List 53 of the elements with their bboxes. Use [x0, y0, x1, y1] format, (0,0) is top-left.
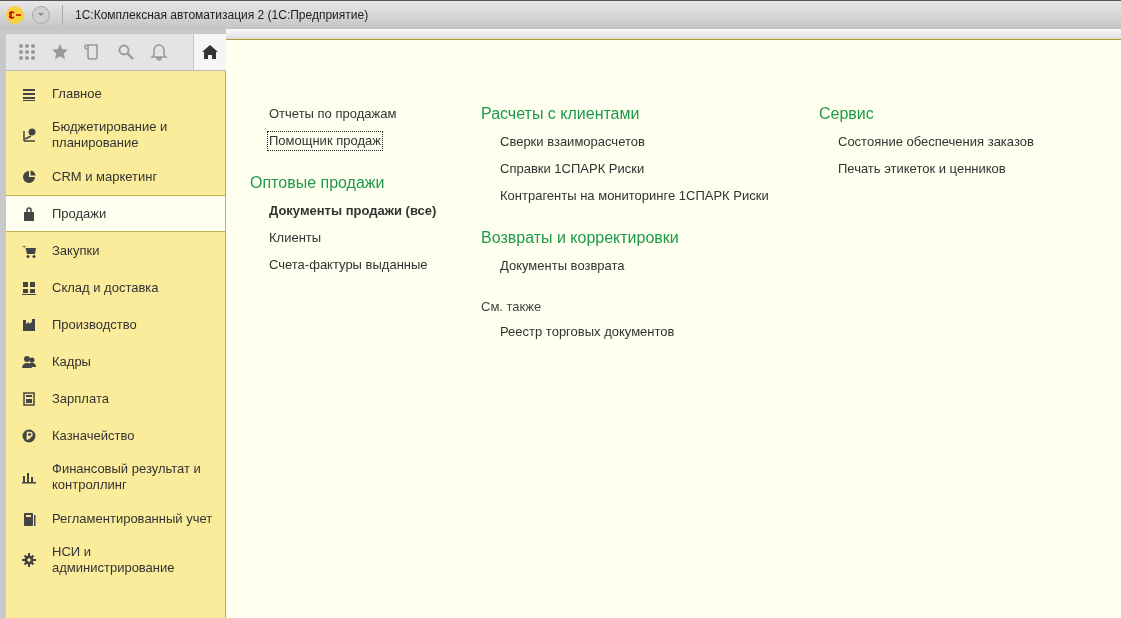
shopping-bag-icon — [22, 206, 36, 221]
ruble-coin-icon — [22, 428, 36, 443]
factory-icon — [22, 317, 36, 332]
nav-link[interactable]: Счета-фактуры выданные — [267, 255, 430, 275]
home-icon — [202, 44, 218, 60]
sidebar-item[interactable]: НСИ и администрирование — [6, 537, 225, 583]
sidebar-item[interactable]: Бюджетирование и планирование — [6, 112, 225, 158]
sidebar-item[interactable]: CRM и маркетинг — [6, 158, 225, 195]
section-heading: Расчеты с клиентами — [481, 104, 641, 124]
app-logo-icon — [6, 6, 24, 24]
nav-link[interactable]: Помощник продаж — [267, 131, 383, 151]
home-button[interactable] — [193, 34, 226, 70]
grid-icon — [22, 280, 36, 295]
pie-chart-icon — [22, 169, 36, 184]
nav-link[interactable]: Реестр торговых документов — [498, 322, 677, 342]
sidebar-item[interactable]: Финансовый результат и контроллинг — [6, 454, 225, 500]
calculator-icon — [22, 391, 36, 406]
menu-icon — [22, 86, 36, 101]
nav-link[interactable]: Печать этикеток и ценников — [836, 159, 1008, 179]
chart-coin-icon — [22, 128, 36, 142]
sidebar-item[interactable]: Регламентированный учет — [6, 500, 225, 537]
nav-link[interactable]: Отчеты по продажам — [267, 104, 399, 124]
apps-icon[interactable] — [18, 43, 36, 61]
see-also-label: См. также — [481, 298, 543, 316]
nav-link[interactable]: Состояние обеспечения заказов — [836, 132, 1036, 152]
star-icon[interactable] — [51, 43, 69, 61]
nav-link[interactable]: Документы возврата — [498, 256, 627, 276]
sidebar-item[interactable]: Продажи — [6, 195, 225, 232]
section-heading: Оптовые продажи — [250, 173, 386, 193]
sidebar-item[interactable]: Производство — [6, 306, 225, 343]
window-title: 1С:Комплексная автоматизация 2 (1С:Предприятие) — [75, 8, 369, 22]
nav-link[interactable]: Справки 1СПАРК Риски — [498, 159, 647, 179]
nav-link[interactable]: Клиенты — [267, 228, 324, 248]
settings-icon — [22, 553, 36, 567]
caret-icon — [38, 13, 44, 16]
sidebar-item[interactable]: Казначейство — [6, 417, 225, 454]
nav-link[interactable]: Документы продажи (все) — [267, 201, 439, 221]
cash-register-icon — [22, 511, 36, 526]
sidebar-item[interactable]: Склад и доставка — [6, 269, 225, 306]
search-icon[interactable] — [117, 43, 135, 61]
bar-chart-icon — [22, 470, 36, 484]
nav-link[interactable]: Сверки взаиморасчетов — [498, 132, 647, 152]
section-heading: Возвраты и корректировки — [481, 228, 680, 248]
nav-link[interactable]: Контрагенты на мониторинге 1СПАРК Риски — [498, 186, 771, 206]
cart-icon — [22, 243, 36, 258]
main-menu-button[interactable] — [32, 6, 50, 24]
people-icon — [22, 354, 36, 369]
sidebar-item[interactable]: Кадры — [6, 343, 225, 380]
sidebar-item[interactable]: Главное — [6, 75, 225, 112]
sidebar-item[interactable]: Закупки — [6, 232, 225, 269]
section-heading: Сервис — [819, 104, 875, 124]
sidebar-item[interactable]: Зарплата — [6, 380, 225, 417]
bell-icon[interactable] — [150, 43, 168, 61]
